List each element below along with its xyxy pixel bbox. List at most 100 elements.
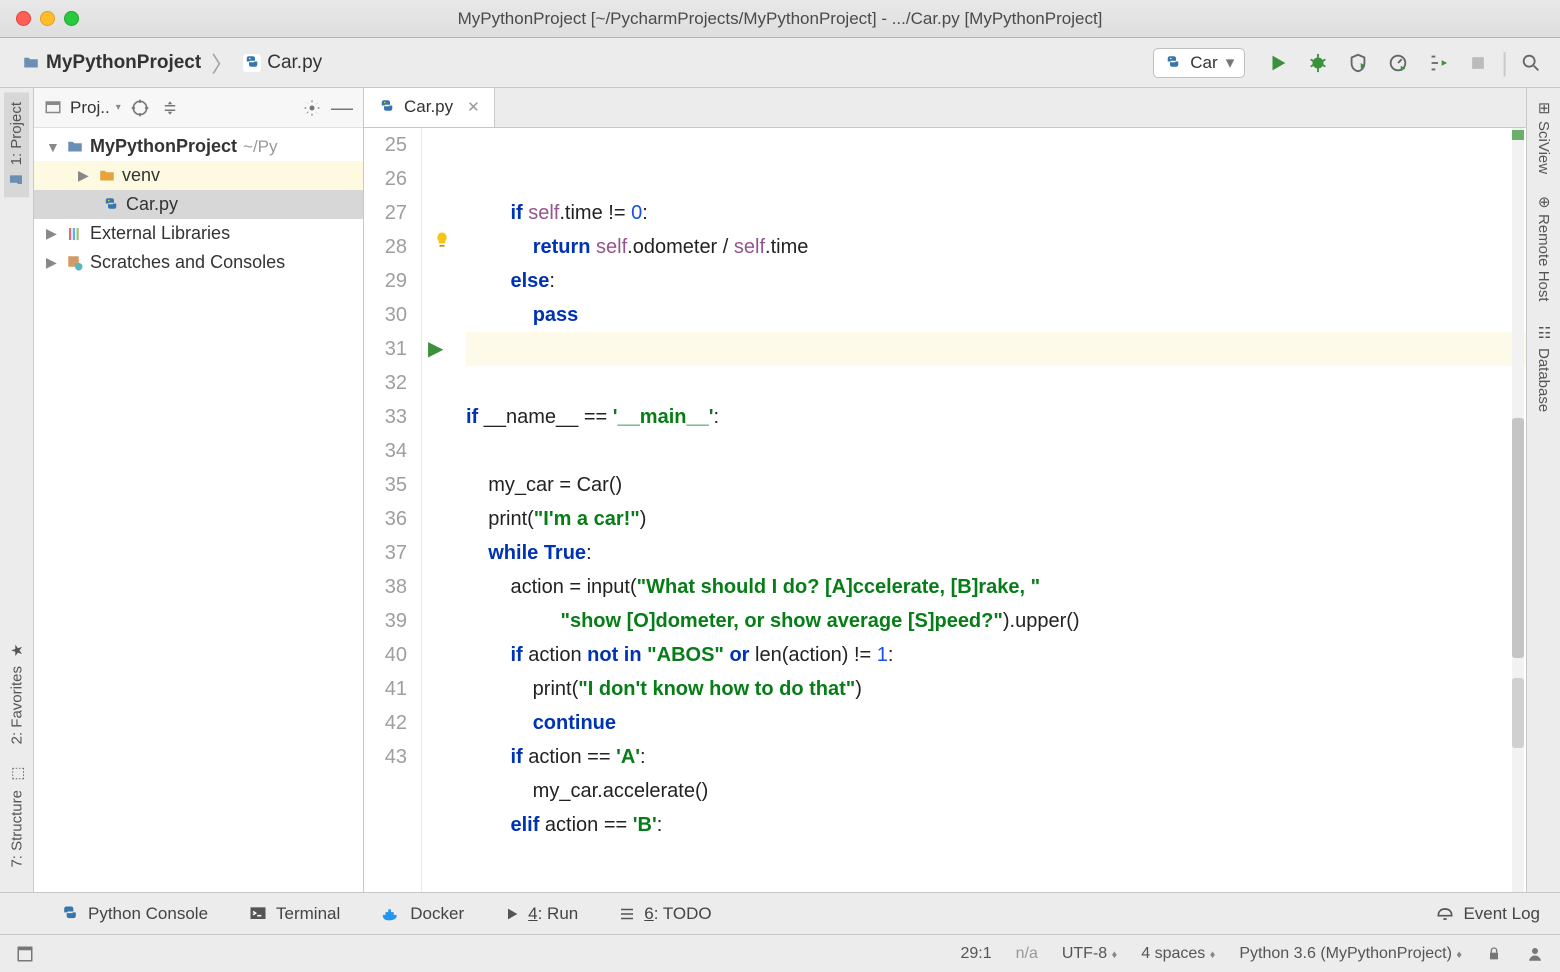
status-indent[interactable]: 4 spaces ♦ — [1141, 945, 1215, 963]
folder-icon — [22, 54, 40, 72]
line-number[interactable]: 40 — [364, 638, 407, 672]
tree-external-libraries[interactable]: ▶ External Libraries — [34, 219, 363, 248]
line-number[interactable]: 42 — [364, 706, 407, 740]
bottom-tab-docker[interactable]: Docker — [380, 903, 464, 925]
run-configuration-selector[interactable]: Car ▾ — [1153, 48, 1245, 78]
right-tab-database[interactable]: ☷Database — [1531, 314, 1557, 422]
profile-button[interactable] — [1385, 50, 1411, 76]
right-tab-sciview[interactable]: ⊞SciView — [1531, 92, 1557, 184]
run-button[interactable] — [1265, 50, 1291, 76]
navigation-bar: MyPythonProject 〉 Car.py Car ▾ | — [0, 38, 1560, 88]
left-tool-gutter: 1: Project 2: Favorites ★ 7: Structure ⬚ — [0, 88, 34, 892]
target-icon[interactable] — [129, 97, 151, 119]
status-caret[interactable]: 29:1 — [960, 945, 991, 963]
line-number[interactable]: 41 — [364, 672, 407, 706]
project-panel-title[interactable]: Proj..▾ — [70, 98, 121, 118]
line-number[interactable]: 36 — [364, 502, 407, 536]
line-number[interactable]: 43 — [364, 740, 407, 774]
line-number[interactable]: 25 — [364, 128, 407, 162]
bottom-tab-run[interactable]: 4: Run — [504, 904, 578, 924]
run-config-label: Car — [1190, 53, 1217, 73]
editor-tab[interactable]: Car.py ✕ — [364, 88, 495, 127]
left-tab-project[interactable]: 1: Project — [4, 92, 29, 197]
code-line[interactable]: "show [O]dometer, or show average [S]pee… — [466, 604, 1526, 638]
code-line[interactable]: if self.time != 0: — [466, 196, 1526, 230]
code-line[interactable]: if __name__ == '__main__': — [466, 400, 1526, 434]
folder-icon — [66, 138, 84, 156]
editor-scrollbar[interactable] — [1512, 128, 1524, 892]
status-interpreter[interactable]: Python 3.6 (MyPythonProject) ♦ — [1239, 945, 1462, 963]
search-button[interactable] — [1518, 50, 1544, 76]
line-number[interactable]: 30 — [364, 298, 407, 332]
code-line[interactable]: my_car.accelerate() — [466, 774, 1526, 808]
lock-icon[interactable] — [1486, 946, 1502, 962]
breadcrumb-file[interactable]: Car.py — [267, 52, 322, 74]
code-line[interactable]: continue — [466, 706, 1526, 740]
bottom-tab-terminal[interactable]: Terminal — [248, 904, 340, 924]
line-number[interactable]: 39 — [364, 604, 407, 638]
line-number[interactable]: 29 — [364, 264, 407, 298]
tree-file-car[interactable]: Car.py — [34, 190, 363, 219]
code-line[interactable]: print("I don't know how to do that") — [466, 672, 1526, 706]
minimize-icon[interactable] — [40, 11, 55, 26]
concurrency-button[interactable] — [1425, 50, 1451, 76]
code-line[interactable]: if action not in "ABOS" or len(action) !… — [466, 638, 1526, 672]
project-tree: ▼ MyPythonProject ~/Py ▶ venv Car.py ▶ E… — [34, 128, 363, 892]
line-number[interactable]: 34 — [364, 434, 407, 468]
code-line[interactable]: elif action == 'B': — [466, 808, 1526, 842]
line-number[interactable]: 33 — [364, 400, 407, 434]
code-line[interactable]: action = input("What should I do? [A]cce… — [466, 570, 1526, 604]
editor: Car.py ✕ 2526272829303132333435363738394… — [364, 88, 1526, 892]
code-area[interactable]: 25262728293031323334353637383940414243 ▶… — [364, 128, 1526, 892]
left-tab-favorites[interactable]: 2: Favorites ★ — [4, 632, 30, 754]
python-file-icon — [102, 196, 120, 214]
collapse-icon[interactable] — [159, 97, 181, 119]
line-number[interactable]: 38 — [364, 570, 407, 604]
code-line[interactable]: pass — [466, 298, 1526, 332]
tree-scratches[interactable]: ▶ Scratches and Consoles — [34, 248, 363, 277]
line-number[interactable]: 37 — [364, 536, 407, 570]
line-number[interactable]: 28 — [364, 230, 407, 264]
bottom-tab-event-log[interactable]: Event Log — [1435, 904, 1540, 924]
code-line[interactable]: if action == 'A': — [466, 740, 1526, 774]
right-tab-remote[interactable]: ⊕Remote Host — [1531, 186, 1557, 312]
line-number[interactable]: 27 — [364, 196, 407, 230]
right-tool-gutter: ⊞SciView ⊕Remote Host ☷Database — [1526, 88, 1560, 892]
close-icon[interactable] — [16, 11, 31, 26]
left-tab-structure[interactable]: 7: Structure ⬚ — [4, 756, 30, 878]
maximize-icon[interactable] — [64, 11, 79, 26]
bottom-tab-todo[interactable]: 6: TODO — [618, 904, 711, 924]
bottom-tab-python-console[interactable]: Python Console — [60, 904, 208, 924]
code-line[interactable] — [466, 434, 1526, 468]
debug-button[interactable] — [1305, 50, 1331, 76]
hector-icon[interactable] — [1526, 945, 1544, 963]
line-number[interactable]: 26 — [364, 162, 407, 196]
code-line[interactable]: my_car = Car() — [466, 468, 1526, 502]
code-line[interactable]: return self.odometer / self.time — [466, 230, 1526, 264]
tree-venv[interactable]: ▶ venv — [34, 161, 363, 190]
libraries-icon — [66, 225, 84, 243]
code-line[interactable]: while True: — [466, 536, 1526, 570]
hide-icon[interactable]: — — [331, 97, 353, 119]
tree-root[interactable]: ▼ MyPythonProject ~/Py — [34, 132, 363, 161]
line-number[interactable]: 35 — [364, 468, 407, 502]
toolbar-buttons: | — [1265, 47, 1544, 78]
line-number[interactable]: 31 — [364, 332, 407, 366]
status-context[interactable]: n/a — [1016, 945, 1038, 963]
folder-icon — [98, 167, 116, 185]
gear-icon[interactable] — [301, 97, 323, 119]
line-number[interactable]: 32 — [364, 366, 407, 400]
code-line[interactable] — [466, 332, 1526, 366]
intention-bulb-icon[interactable] — [432, 230, 452, 250]
run-gutter-icon[interactable]: ▶ — [428, 338, 443, 360]
code-line[interactable]: print("I'm a car!") — [466, 502, 1526, 536]
tool-window-quick-access[interactable] — [16, 945, 34, 963]
coverage-button[interactable] — [1345, 50, 1371, 76]
breadcrumb-root[interactable]: MyPythonProject — [46, 52, 201, 74]
close-tab-icon[interactable]: ✕ — [467, 98, 480, 116]
code-line[interactable]: else: — [466, 264, 1526, 298]
code-line[interactable] — [466, 366, 1526, 400]
window-controls — [16, 11, 79, 26]
project-panel-header: Proj..▾ — — [34, 88, 363, 128]
status-encoding[interactable]: UTF-8 ♦ — [1062, 945, 1117, 963]
